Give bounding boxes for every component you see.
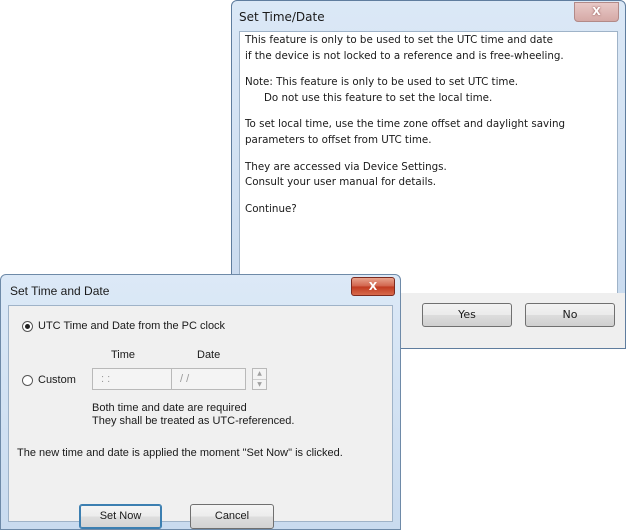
message-line: They are accessed via Device Settings.: [245, 160, 447, 173]
set-now-button[interactable]: Set Now: [79, 504, 162, 529]
date-spinner[interactable]: ▲ ▼: [252, 368, 267, 390]
dialog-title: Set Time and Date: [10, 284, 110, 298]
message-line: if the device is not locked to a referen…: [245, 49, 564, 62]
close-icon: X: [592, 5, 601, 18]
message-text: This feature is only to be used to set t…: [245, 33, 595, 228]
message-line: Do not use this feature to set the local…: [264, 91, 493, 104]
utc-note: They shall be treated as UTC-referenced.: [92, 415, 295, 427]
dialog-title: Set Time/Date: [239, 10, 325, 24]
no-button[interactable]: No: [525, 303, 615, 327]
apply-note: The new time and date is applied the mom…: [17, 447, 343, 459]
message-line: Note: This feature is only to be used to…: [245, 76, 519, 89]
time-column-header: Time: [111, 349, 136, 361]
message-line: Consult your user manual for details.: [245, 176, 437, 189]
yes-button[interactable]: Yes: [422, 303, 512, 327]
dialog-body: UTC Time and Date from the PC clock Time…: [8, 305, 393, 529]
date-input[interactable]: / /: [171, 368, 246, 390]
custom-radio[interactable]: [22, 375, 33, 386]
close-icon: X: [368, 280, 378, 293]
pc-clock-radio-label[interactable]: UTC Time and Date from the PC clock: [38, 320, 225, 332]
spin-up-icon[interactable]: ▲: [253, 369, 266, 379]
set-time-and-date-dialog: Set Time and Date X UTC Time and Date fr…: [0, 274, 401, 530]
time-input[interactable]: : :: [92, 368, 172, 390]
continue-prompt: Continue?: [245, 202, 297, 215]
cancel-button[interactable]: Cancel: [190, 504, 274, 529]
date-column-header: Date: [197, 349, 221, 361]
spin-down-icon[interactable]: ▼: [253, 379, 266, 390]
required-note: Both time and date are required: [92, 402, 247, 414]
message-line: parameters to offset from UTC time.: [245, 133, 432, 146]
close-button[interactable]: X: [574, 2, 619, 22]
close-button[interactable]: X: [351, 277, 395, 296]
title-bar[interactable]: Set Time/Date X: [232, 1, 625, 31]
pc-clock-radio[interactable]: [22, 321, 33, 332]
message-line: To set local time, use the time zone off…: [245, 118, 566, 131]
message-line: This feature is only to be used to set t…: [245, 34, 553, 46]
custom-radio-label[interactable]: Custom: [38, 374, 76, 386]
